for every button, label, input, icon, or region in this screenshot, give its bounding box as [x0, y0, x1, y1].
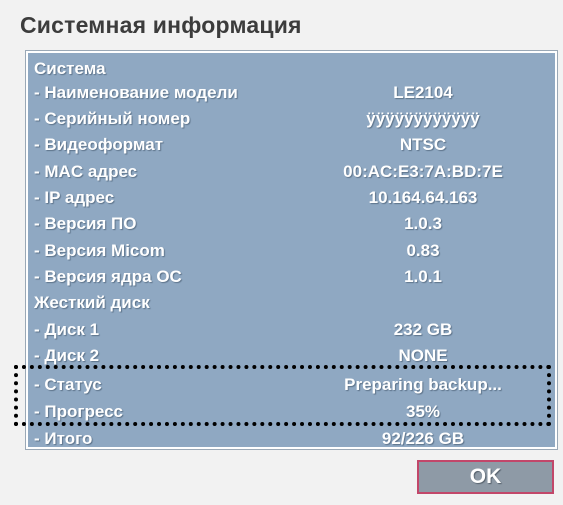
info-row-model-name: - Наименование модели LE2104 [28, 80, 555, 106]
info-row-os-kernel-version: - Версия ядра ОС 1.0.1 [28, 264, 555, 290]
row-label: - Наименование модели [34, 83, 238, 102]
info-row-mac-address: - MAC адрес 00:AC:E3:7A:BD:7E [28, 159, 555, 185]
row-value: 92/226 GB [381, 429, 465, 448]
info-row-ip-address: - IP адрес 10.164.64.163 [28, 185, 555, 211]
row-value: Preparing backup... [344, 375, 502, 394]
row-value: 232 GB [393, 320, 453, 339]
row-value: 1.0.1 [404, 267, 442, 286]
info-row-progress: - Прогресс 35% [28, 399, 555, 425]
row-value: NONE [398, 346, 448, 365]
row-label: - Итого [34, 429, 93, 448]
row-label: - Диск 1 [34, 320, 100, 339]
section-header-system: Система [28, 56, 555, 82]
row-value: 10.164.64.163 [368, 188, 478, 207]
dialog-title: Системная информация [20, 12, 302, 38]
row-value: 0.83 [406, 241, 440, 260]
row-label: - Статус [34, 375, 102, 394]
info-row-total: - Итого 92/226 GB [28, 426, 555, 448]
info-row-disk-2: - Диск 2 NONE [28, 343, 555, 369]
row-label: - Версия ядра ОС [34, 267, 182, 286]
row-label: - Видеоформат [34, 135, 164, 154]
row-label: - Серийный номер [34, 109, 191, 128]
section-header-hard-disk: Жесткий диск [28, 290, 555, 316]
ok-button[interactable]: OK [417, 460, 554, 494]
info-row-status: - Статус Preparing backup... [28, 372, 555, 398]
row-label: - Версия ПО [34, 214, 137, 233]
info-row-serial-number: - Серийный номер ÿÿÿÿÿÿÿÿÿÿÿÿ [28, 106, 555, 132]
info-row-firmware-version: - Версия ПО 1.0.3 [28, 211, 555, 237]
row-label: - IP адрес [34, 188, 115, 207]
row-label: - Версия Micom [34, 241, 165, 260]
section-label: Система [34, 59, 106, 78]
row-value: 35% [405, 402, 441, 421]
info-row-disk-1: - Диск 1 232 GB [28, 317, 555, 343]
info-row-micom-version: - Версия Micom 0.83 [28, 238, 555, 264]
row-value: NTSC [399, 135, 447, 154]
info-row-video-format: - Видеоформат NTSC [28, 132, 555, 158]
row-value: 00:AC:E3:7A:BD:7E [343, 162, 503, 181]
row-label: - Прогресс [34, 402, 123, 421]
row-value: 1.0.3 [404, 214, 442, 233]
system-info-panel: Система - Наименование модели LE2104 - С… [26, 51, 557, 449]
row-value: LE2104 [393, 83, 453, 102]
row-label: - MAC адрес [34, 162, 138, 181]
section-label: Жесткий диск [34, 293, 150, 312]
row-value: ÿÿÿÿÿÿÿÿÿÿÿÿ [366, 109, 480, 128]
row-label: - Диск 2 [34, 346, 100, 365]
